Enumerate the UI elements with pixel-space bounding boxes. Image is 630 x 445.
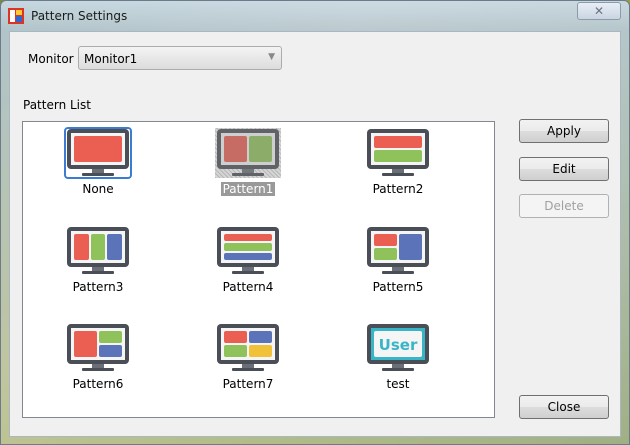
pattern-item-pattern2[interactable]: Pattern2: [333, 124, 463, 204]
pattern-item-pattern6[interactable]: Pattern6: [33, 319, 163, 399]
monitor-select[interactable]: Monitor1 ▼: [78, 46, 282, 70]
pattern-item-label: Pattern3: [72, 280, 124, 294]
monitor-select-value: Monitor1: [84, 52, 138, 66]
pattern-item-pattern3[interactable]: Pattern3: [33, 222, 163, 302]
user-icon-text: User: [379, 336, 418, 354]
pattern-item-none[interactable]: None: [33, 124, 163, 204]
pattern-item-pattern1[interactable]: Pattern1: [183, 124, 313, 204]
pattern-settings-window: Pattern Settings ✕ Monitor Monitor1 ▼ Pa…: [0, 0, 630, 445]
pattern-item-label: Pattern6: [72, 377, 124, 391]
pattern-list-label: Pattern List: [23, 98, 91, 112]
window-title: Pattern Settings: [31, 9, 128, 23]
pattern-item-label: Pattern2: [372, 182, 424, 196]
pattern-item-pattern7[interactable]: Pattern7: [183, 319, 313, 399]
title-bar[interactable]: Pattern Settings ✕: [1, 1, 629, 31]
edit-button[interactable]: Edit: [519, 157, 609, 181]
pattern-item-pattern4[interactable]: Pattern4: [183, 222, 313, 302]
pattern-item-label: test: [386, 377, 410, 391]
close-window-button[interactable]: ✕: [577, 2, 621, 20]
close-button[interactable]: Close: [519, 395, 609, 419]
pattern-item-label: Pattern1: [220, 182, 276, 196]
pattern-item-label: Pattern4: [222, 280, 274, 294]
monitor-three-rows-icon: [217, 227, 279, 274]
pattern-item-label: Pattern7: [222, 377, 274, 391]
pattern-item-label: Pattern5: [372, 280, 424, 294]
monitor-user-icon: User: [367, 324, 429, 371]
pattern-item-pattern5[interactable]: Pattern5: [333, 222, 463, 302]
chevron-down-icon: ▼: [268, 52, 275, 62]
delete-button[interactable]: Delete: [519, 194, 609, 218]
pattern-item-label: None: [82, 182, 114, 196]
monitor-three-columns-icon: [67, 227, 129, 274]
monitor-two-columns-icon: [215, 128, 281, 178]
monitor-one-left-two-right-icon: [67, 324, 129, 371]
pattern-list[interactable]: None Pattern1 Pattern2 Pattern3 Pattern4…: [22, 121, 495, 418]
monitor-none-icon: [64, 127, 132, 179]
monitor-label: Monitor: [28, 52, 74, 66]
monitor-two-rows-icon: [367, 129, 429, 176]
pattern-item-test[interactable]: User test: [333, 319, 463, 399]
monitor-four-quadrants-icon: [217, 324, 279, 371]
app-icon: [8, 8, 24, 24]
dialog-body: Monitor Monitor1 ▼ Pattern List None Pat…: [9, 31, 621, 437]
monitor-two-left-one-right-icon: [367, 227, 429, 274]
apply-button[interactable]: Apply: [519, 119, 609, 143]
